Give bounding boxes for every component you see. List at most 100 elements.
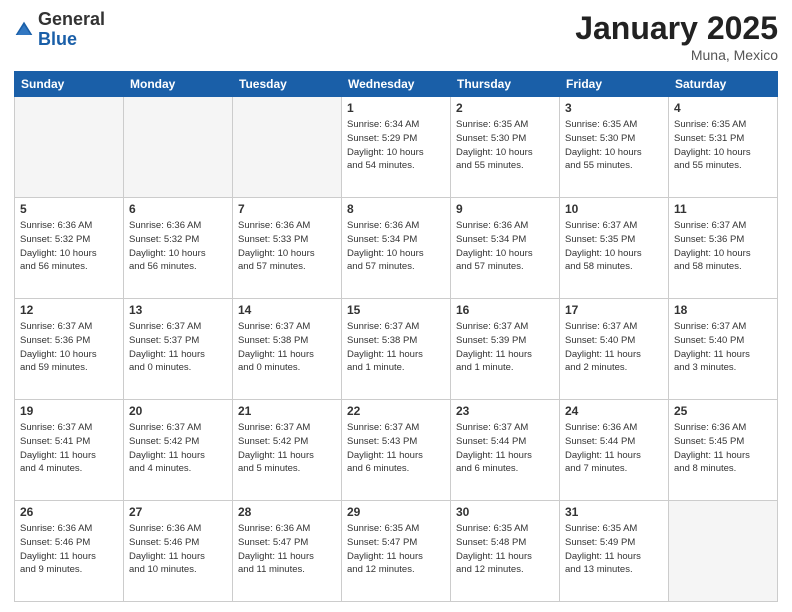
logo: General Blue — [14, 10, 105, 50]
day-number: 26 — [20, 505, 118, 519]
calendar-cell: 23 Sunrise: 6:37 AM Sunset: 5:44 PM Dayli… — [451, 400, 560, 501]
day-number: 10 — [565, 202, 663, 216]
calendar-cell: 8 Sunrise: 6:36 AM Sunset: 5:34 PM Daylig… — [342, 198, 451, 299]
calendar-cell: 29 Sunrise: 6:35 AM Sunset: 5:47 PM Dayli… — [342, 501, 451, 602]
calendar-cell: 12Sunrise: 6:37 AM Sunset: 5:36 PM Dayli… — [15, 299, 124, 400]
calendar-cell: 18 Sunrise: 6:37 AM Sunset: 5:40 PM Dayli… — [669, 299, 778, 400]
day-number: 16 — [456, 303, 554, 317]
day-number: 31 — [565, 505, 663, 519]
logo-icon — [14, 20, 34, 40]
day-info: Sunrise: 6:37 AM Sunset: 5:42 PM Dayligh… — [129, 421, 227, 476]
day-info: Sunrise: 6:37 AM Sunset: 5:42 PM Dayligh… — [238, 421, 336, 476]
calendar-cell: 15Sunrise: 6:37 AM Sunset: 5:38 PM Dayli… — [342, 299, 451, 400]
calendar-header-wednesday: Wednesday — [342, 72, 451, 97]
day-number: 22 — [347, 404, 445, 418]
calendar-header-row: SundayMondayTuesdayWednesdayThursdayFrid… — [15, 72, 778, 97]
calendar-cell: 27 Sunrise: 6:36 AM Sunset: 5:46 PM Dayli… — [124, 501, 233, 602]
day-number: 19 — [20, 404, 118, 418]
page: General Blue January 2025 Muna, Mexico S… — [0, 0, 792, 612]
calendar-cell: 7 Sunrise: 6:36 AM Sunset: 5:33 PM Daylig… — [233, 198, 342, 299]
day-number: 20 — [129, 404, 227, 418]
logo-blue: Blue — [38, 29, 77, 49]
day-number: 7 — [238, 202, 336, 216]
day-number: 4 — [674, 101, 772, 115]
day-info: Sunrise: 6:37 AM Sunset: 5:35 PM Dayligh… — [565, 219, 663, 274]
day-number: 11 — [674, 202, 772, 216]
day-info: Sunrise: 6:36 AM Sunset: 5:32 PM Dayligh… — [129, 219, 227, 274]
day-number: 21 — [238, 404, 336, 418]
day-number: 29 — [347, 505, 445, 519]
calendar-cell — [15, 97, 124, 198]
day-number: 6 — [129, 202, 227, 216]
day-number: 5 — [20, 202, 118, 216]
logo-text: General Blue — [38, 10, 105, 50]
day-number: 1 — [347, 101, 445, 115]
day-info: Sunrise: 6:37 AM Sunset: 5:43 PM Dayligh… — [347, 421, 445, 476]
calendar-cell: 22 Sunrise: 6:37 AM Sunset: 5:43 PM Dayli… — [342, 400, 451, 501]
day-info: Sunrise: 6:34 AM Sunset: 5:29 PM Dayligh… — [347, 118, 445, 173]
calendar-week-0: 1 Sunrise: 6:34 AM Sunset: 5:29 PM Daylig… — [15, 97, 778, 198]
day-number: 25 — [674, 404, 772, 418]
day-info: Sunrise: 6:37 AM Sunset: 5:40 PM Dayligh… — [565, 320, 663, 375]
calendar-cell: 9Sunrise: 6:36 AM Sunset: 5:34 PM Daylig… — [451, 198, 560, 299]
day-info: Sunrise: 6:37 AM Sunset: 5:36 PM Dayligh… — [674, 219, 772, 274]
calendar-cell: 10 Sunrise: 6:37 AM Sunset: 5:35 PM Dayli… — [560, 198, 669, 299]
day-info: Sunrise: 6:36 AM Sunset: 5:32 PM Dayligh… — [20, 219, 118, 274]
day-info: Sunrise: 6:35 AM Sunset: 5:30 PM Dayligh… — [456, 118, 554, 173]
calendar-week-2: 12Sunrise: 6:37 AM Sunset: 5:36 PM Dayli… — [15, 299, 778, 400]
calendar-cell — [124, 97, 233, 198]
calendar-cell: 4Sunrise: 6:35 AM Sunset: 5:31 PM Daylig… — [669, 97, 778, 198]
day-info: Sunrise: 6:36 AM Sunset: 5:46 PM Dayligh… — [129, 522, 227, 577]
day-number: 13 — [129, 303, 227, 317]
day-info: Sunrise: 6:37 AM Sunset: 5:41 PM Dayligh… — [20, 421, 118, 476]
day-info: Sunrise: 6:36 AM Sunset: 5:44 PM Dayligh… — [565, 421, 663, 476]
day-info: Sunrise: 6:37 AM Sunset: 5:38 PM Dayligh… — [347, 320, 445, 375]
calendar-header-thursday: Thursday — [451, 72, 560, 97]
day-number: 28 — [238, 505, 336, 519]
calendar-cell — [669, 501, 778, 602]
day-info: Sunrise: 6:35 AM Sunset: 5:47 PM Dayligh… — [347, 522, 445, 577]
day-info: Sunrise: 6:36 AM Sunset: 5:47 PM Dayligh… — [238, 522, 336, 577]
day-info: Sunrise: 6:36 AM Sunset: 5:33 PM Dayligh… — [238, 219, 336, 274]
day-info: Sunrise: 6:37 AM Sunset: 5:40 PM Dayligh… — [674, 320, 772, 375]
day-number: 2 — [456, 101, 554, 115]
day-info: Sunrise: 6:35 AM Sunset: 5:30 PM Dayligh… — [565, 118, 663, 173]
day-number: 3 — [565, 101, 663, 115]
day-number: 18 — [674, 303, 772, 317]
calendar-cell: 25 Sunrise: 6:36 AM Sunset: 5:45 PM Dayli… — [669, 400, 778, 501]
calendar-header-saturday: Saturday — [669, 72, 778, 97]
calendar-cell: 28 Sunrise: 6:36 AM Sunset: 5:47 PM Dayli… — [233, 501, 342, 602]
day-number: 14 — [238, 303, 336, 317]
calendar-cell: 19 Sunrise: 6:37 AM Sunset: 5:41 PM Dayli… — [15, 400, 124, 501]
day-info: Sunrise: 6:35 AM Sunset: 5:48 PM Dayligh… — [456, 522, 554, 577]
calendar-cell: 26 Sunrise: 6:36 AM Sunset: 5:46 PM Dayli… — [15, 501, 124, 602]
calendar-cell: 2 Sunrise: 6:35 AM Sunset: 5:30 PM Daylig… — [451, 97, 560, 198]
calendar-cell: 24 Sunrise: 6:36 AM Sunset: 5:44 PM Dayli… — [560, 400, 669, 501]
day-info: Sunrise: 6:37 AM Sunset: 5:39 PM Dayligh… — [456, 320, 554, 375]
day-number: 8 — [347, 202, 445, 216]
day-number: 27 — [129, 505, 227, 519]
calendar-cell: 13Sunrise: 6:37 AM Sunset: 5:37 PM Dayli… — [124, 299, 233, 400]
day-number: 17 — [565, 303, 663, 317]
calendar-cell: 31Sunrise: 6:35 AM Sunset: 5:49 PM Dayli… — [560, 501, 669, 602]
calendar-header-monday: Monday — [124, 72, 233, 97]
calendar-week-3: 19 Sunrise: 6:37 AM Sunset: 5:41 PM Dayli… — [15, 400, 778, 501]
logo-general: General — [38, 9, 105, 29]
calendar-cell: 3 Sunrise: 6:35 AM Sunset: 5:30 PM Daylig… — [560, 97, 669, 198]
day-info: Sunrise: 6:36 AM Sunset: 5:34 PM Dayligh… — [347, 219, 445, 274]
calendar-week-4: 26 Sunrise: 6:36 AM Sunset: 5:46 PM Dayli… — [15, 501, 778, 602]
day-info: Sunrise: 6:37 AM Sunset: 5:38 PM Dayligh… — [238, 320, 336, 375]
day-info: Sunrise: 6:36 AM Sunset: 5:46 PM Dayligh… — [20, 522, 118, 577]
title-block: January 2025 Muna, Mexico — [575, 10, 778, 63]
calendar-cell: 11 Sunrise: 6:37 AM Sunset: 5:36 PM Dayli… — [669, 198, 778, 299]
location: Muna, Mexico — [575, 47, 778, 63]
calendar-cell: 14 Sunrise: 6:37 AM Sunset: 5:38 PM Dayli… — [233, 299, 342, 400]
calendar-cell: 16 Sunrise: 6:37 AM Sunset: 5:39 PM Dayli… — [451, 299, 560, 400]
day-info: Sunrise: 6:36 AM Sunset: 5:34 PM Dayligh… — [456, 219, 554, 274]
month-title: January 2025 — [575, 10, 778, 47]
day-number: 24 — [565, 404, 663, 418]
day-info: Sunrise: 6:37 AM Sunset: 5:36 PM Dayligh… — [20, 320, 118, 375]
day-info: Sunrise: 6:36 AM Sunset: 5:45 PM Dayligh… — [674, 421, 772, 476]
day-info: Sunrise: 6:37 AM Sunset: 5:44 PM Dayligh… — [456, 421, 554, 476]
day-number: 23 — [456, 404, 554, 418]
